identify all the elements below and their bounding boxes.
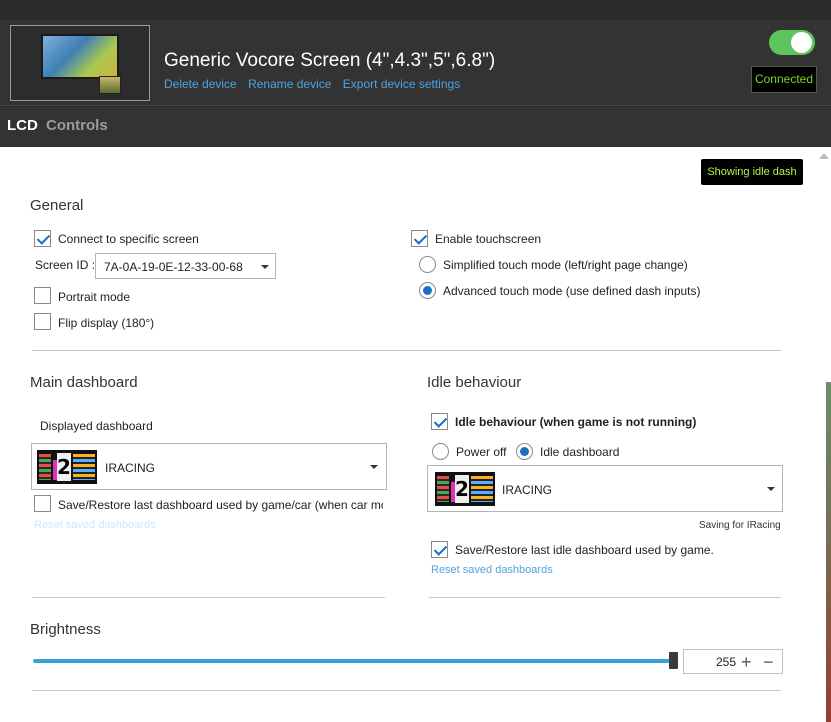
chevron-down-icon [261,265,269,269]
delete-device-link[interactable]: Delete device [164,77,237,91]
screen-id-label: Screen ID : [35,258,96,272]
connect-specific-label: Connect to specific screen [58,232,199,246]
enable-touchscreen-checkbox[interactable] [411,230,428,247]
flip-display-label: Flip display (180°) [58,316,155,330]
general-divider [32,350,781,351]
advanced-touch-label: Advanced touch mode (use defined dash in… [443,284,701,298]
background-window-edge [826,382,831,722]
screen-id-select[interactable]: 7A-0A-19-0E-12-33-00-68 [95,253,276,279]
idle-divider [429,597,781,598]
export-settings-link[interactable]: Export device settings [343,77,460,91]
rename-device-link[interactable]: Rename device [248,77,331,91]
portrait-mode-label: Portrait mode [58,290,131,304]
idle-dashboard-name: IRACING [502,483,553,497]
dashboard-thumbnail: 2 [37,450,97,484]
brightness-slider-handle[interactable] [669,652,678,669]
reset-idle-dashboards-link[interactable]: Reset saved dashboards [431,564,553,576]
main-dashboard-name: IRACING [105,461,156,475]
power-off-radio[interactable] [432,443,449,460]
simplified-touch-label: Simplified touch mode (left/right page c… [443,258,688,272]
main-dashboard-divider [32,597,385,598]
device-title: Generic Vocore Screen (4",4.3",5",6.8") [164,50,496,71]
lcd-settings-panel: Showing idle dash General Connect to spe… [0,147,816,722]
save-restore-idle-checkbox[interactable] [431,541,448,558]
chevron-down-icon [767,487,775,491]
connect-specific-checkbox[interactable] [34,230,51,247]
enable-touchscreen-label: Enable touchscreen [435,232,542,246]
tab-controls[interactable]: Controls [46,117,108,134]
reset-main-dashboards-link[interactable]: Reset saved dashboards [34,519,156,531]
displayed-dashboard-label: Displayed dashboard [40,419,153,433]
chevron-down-icon [370,465,378,469]
idle-dashboard-select[interactable]: 2 IRACING [427,465,783,512]
main-dashboard-heading: Main dashboard [30,374,138,391]
idle-behaviour-heading: Idle behaviour [427,374,522,391]
brightness-value: 255 [715,655,736,669]
save-restore-idle-label: Save/Restore last idle dashboard used by… [455,543,714,557]
tab-bar: LCD Controls [0,107,831,147]
brightness-stepper[interactable]: 255 + − [683,649,783,674]
brightness-heading: Brightness [30,621,101,638]
power-off-label: Power off [456,445,507,459]
device-links: Delete device Rename device Export devic… [164,77,468,91]
flip-display-checkbox[interactable] [34,313,51,330]
minus-icon[interactable]: − [763,651,774,673]
brightness-divider [32,690,781,691]
save-restore-main-label: Save/Restore last dashboard used by game… [58,498,383,512]
vertical-scrollbar[interactable] [816,147,831,722]
scroll-up-icon[interactable] [819,153,829,159]
idle-behaviour-label: Idle behaviour (when game is not running… [455,415,697,429]
idle-dashboard-label: Idle dashboard [540,445,620,459]
main-dashboard-select[interactable]: 2 IRACING [31,443,387,490]
tab-lcd[interactable]: LCD [7,117,38,134]
idle-dashboard-thumbnail: 2 [435,472,495,506]
device-enable-toggle[interactable] [769,30,815,55]
save-restore-main-checkbox[interactable] [34,495,51,512]
advanced-touch-radio[interactable] [419,282,436,299]
plus-icon[interactable]: + [741,651,752,673]
idle-dashboard-radio[interactable] [516,443,533,460]
device-thumbnail [10,25,150,101]
toggle-knob [791,32,812,53]
showing-idle-dash-badge: Showing idle dash [701,159,803,185]
portrait-mode-checkbox[interactable] [34,287,51,304]
window-top-strip [0,0,831,20]
device-header: Generic Vocore Screen (4",4.3",5",6.8") … [0,20,831,106]
connection-status-badge: Connected [751,66,817,93]
screen-id-value: 7A-0A-19-0E-12-33-00-68 [104,260,243,274]
saving-for-label: Saving for IRacing [699,520,781,531]
brightness-slider-track[interactable] [33,659,674,663]
simplified-touch-radio[interactable] [419,256,436,273]
general-heading: General [30,197,84,214]
idle-behaviour-checkbox[interactable] [431,413,448,430]
